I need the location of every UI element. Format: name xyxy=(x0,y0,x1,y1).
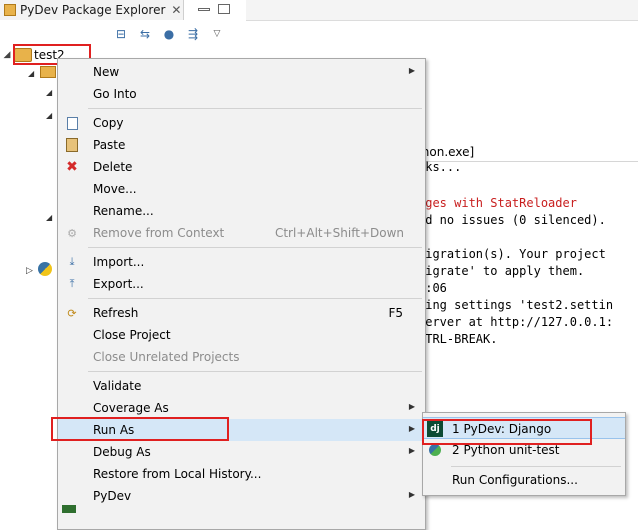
menu-item-label: Restore from Local History... xyxy=(93,467,262,481)
menu-item-refresh[interactable]: ⟳ Refresh F5 xyxy=(58,302,425,324)
menu-item-new[interactable]: New ▶ xyxy=(58,61,425,83)
expand-arrow-icon[interactable]: ◢ xyxy=(46,111,52,120)
minimize-icon[interactable] xyxy=(198,8,210,11)
copy-icon xyxy=(64,115,80,131)
remove-context-icon: ⚙ xyxy=(67,226,77,240)
console-line: nges with StatReloader xyxy=(418,196,577,210)
expand-arrow-icon[interactable]: ◢ xyxy=(28,69,34,78)
refresh-icon: ⟳ xyxy=(67,306,77,320)
import-icon: ⤓ xyxy=(69,255,75,268)
link-with-editor-icon[interactable]: ⇆ xyxy=(136,25,154,43)
submenu-item-label: 2 Python unit-test xyxy=(452,443,560,457)
submenu-arrow-icon: ▶ xyxy=(408,490,415,499)
menu-item-label: Debug As xyxy=(93,445,151,459)
menu-item-label: Delete xyxy=(93,160,133,174)
package-explorer-icon xyxy=(4,4,16,16)
menu-item-label: Import... xyxy=(93,255,145,269)
menu-item-delete[interactable]: ✖ Delete xyxy=(58,156,425,178)
menu-item-shortcut: F5 xyxy=(388,306,403,320)
console-line: sing settings 'test2.settin xyxy=(418,298,614,312)
menu-separator xyxy=(88,247,422,248)
menu-item-copy[interactable]: Copy xyxy=(58,112,425,134)
close-tab-icon[interactable]: ✕ xyxy=(171,3,181,17)
explorer-toolbar: ⊟ ⇆ ● ⇶ ▽ xyxy=(112,24,226,44)
expand-arrow-icon[interactable]: ◢ xyxy=(46,88,52,97)
collapse-arrow-icon[interactable]: ▷ xyxy=(26,266,33,276)
menu-item-label: Close Project xyxy=(93,328,171,342)
menu-item-label: Paste xyxy=(93,138,126,152)
delete-icon: ✖ xyxy=(66,159,78,175)
menu-separator xyxy=(88,108,422,109)
bottom-partial-icon xyxy=(62,505,76,513)
menu-item-coverage-as[interactable]: Coverage As ▶ xyxy=(58,397,425,419)
maximize-icon[interactable] xyxy=(218,4,230,14)
menu-item-close-unrelated-projects: Close Unrelated Projects xyxy=(58,346,425,368)
annotation-box-django xyxy=(422,419,592,445)
menu-item-move[interactable]: Move... xyxy=(58,178,425,200)
submenu-arrow-icon: ▶ xyxy=(408,402,415,411)
menu-item-validate[interactable]: Validate xyxy=(58,375,425,397)
menu-item-import[interactable]: ⤓ Import... xyxy=(58,251,425,273)
console-line: server at http://127.0.0.1: xyxy=(418,315,614,329)
menu-item-label: Close Unrelated Projects xyxy=(93,350,240,364)
menu-item-label: PyDev xyxy=(93,489,132,503)
filter-icon[interactable]: ● xyxy=(160,25,178,43)
menu-item-remove-from-context: ⚙ Remove from Context Ctrl+Alt+Shift+Dow… xyxy=(58,222,425,244)
collapse-all-icon[interactable]: ⊟ xyxy=(112,25,130,43)
menu-item-restore-from-local-history[interactable]: Restore from Local History... xyxy=(58,463,425,485)
submenu-item-run-configurations[interactable]: Run Configurations... xyxy=(423,469,625,491)
submenu-arrow-icon: ▶ xyxy=(408,446,415,455)
menu-item-label: New xyxy=(93,65,120,79)
package-explorer-title: PyDev Package Explorer xyxy=(20,3,166,17)
menu-separator xyxy=(88,371,422,372)
console-line: migrate' to apply them. xyxy=(418,264,585,278)
menu-item-label: Rename... xyxy=(93,204,154,218)
menu-item-debug-as[interactable]: Debug As ▶ xyxy=(58,441,425,463)
menu-item-shortcut: Ctrl+Alt+Shift+Down xyxy=(274,226,404,240)
menu-item-label: Go Into xyxy=(93,87,137,101)
menu-item-label: Coverage As xyxy=(93,401,169,415)
annotation-box-run-as xyxy=(51,417,229,441)
expand-arrow-icon[interactable]: ◢ xyxy=(46,213,52,222)
submenu-item-label: Run Configurations... xyxy=(452,473,578,487)
menu-item-label: Refresh xyxy=(93,306,139,320)
menu-item-label: Copy xyxy=(93,116,124,130)
console-line: migration(s). Your project xyxy=(418,247,606,261)
menu-item-export[interactable]: ⤒ Export... xyxy=(58,273,425,295)
submenu-separator xyxy=(451,466,621,467)
paste-icon xyxy=(64,137,80,153)
menu-item-label: Remove from Context xyxy=(93,226,225,240)
console-header xyxy=(246,0,638,21)
submenu-arrow-icon: ▶ xyxy=(408,66,415,75)
submenu-arrow-icon: ▶ xyxy=(408,424,415,433)
menu-item-label: Move... xyxy=(93,182,137,196)
package-explorer-tab[interactable]: PyDev Package Explorer ✕ xyxy=(0,0,184,20)
console-line: CTRL-BREAK. xyxy=(418,332,498,346)
menu-item-go-into[interactable]: Go Into xyxy=(58,83,425,105)
menu-item-label: Validate xyxy=(93,379,142,393)
menu-item-label: Export... xyxy=(93,277,144,291)
menu-item-paste[interactable]: Paste xyxy=(58,134,425,156)
arrows-icon[interactable]: ⇶ xyxy=(184,25,202,43)
view-controls xyxy=(192,0,240,18)
package-folder-icon xyxy=(40,66,56,78)
python-icon xyxy=(38,262,52,276)
console-line: ed no issues (0 silenced). xyxy=(418,213,606,227)
export-icon: ⤒ xyxy=(69,277,75,290)
expand-arrow-icon[interactable]: ◢ xyxy=(0,50,14,60)
context-menu: New ▶ Go Into Copy Paste ✖ Delete Move..… xyxy=(57,58,426,530)
menu-item-pydev[interactable]: PyDev ▶ xyxy=(58,485,425,507)
menu-separator xyxy=(88,298,422,299)
menu-item-rename[interactable]: Rename... xyxy=(58,200,425,222)
menu-item-close-project[interactable]: Close Project xyxy=(58,324,425,346)
view-menu-icon[interactable]: ▽ xyxy=(208,25,226,43)
